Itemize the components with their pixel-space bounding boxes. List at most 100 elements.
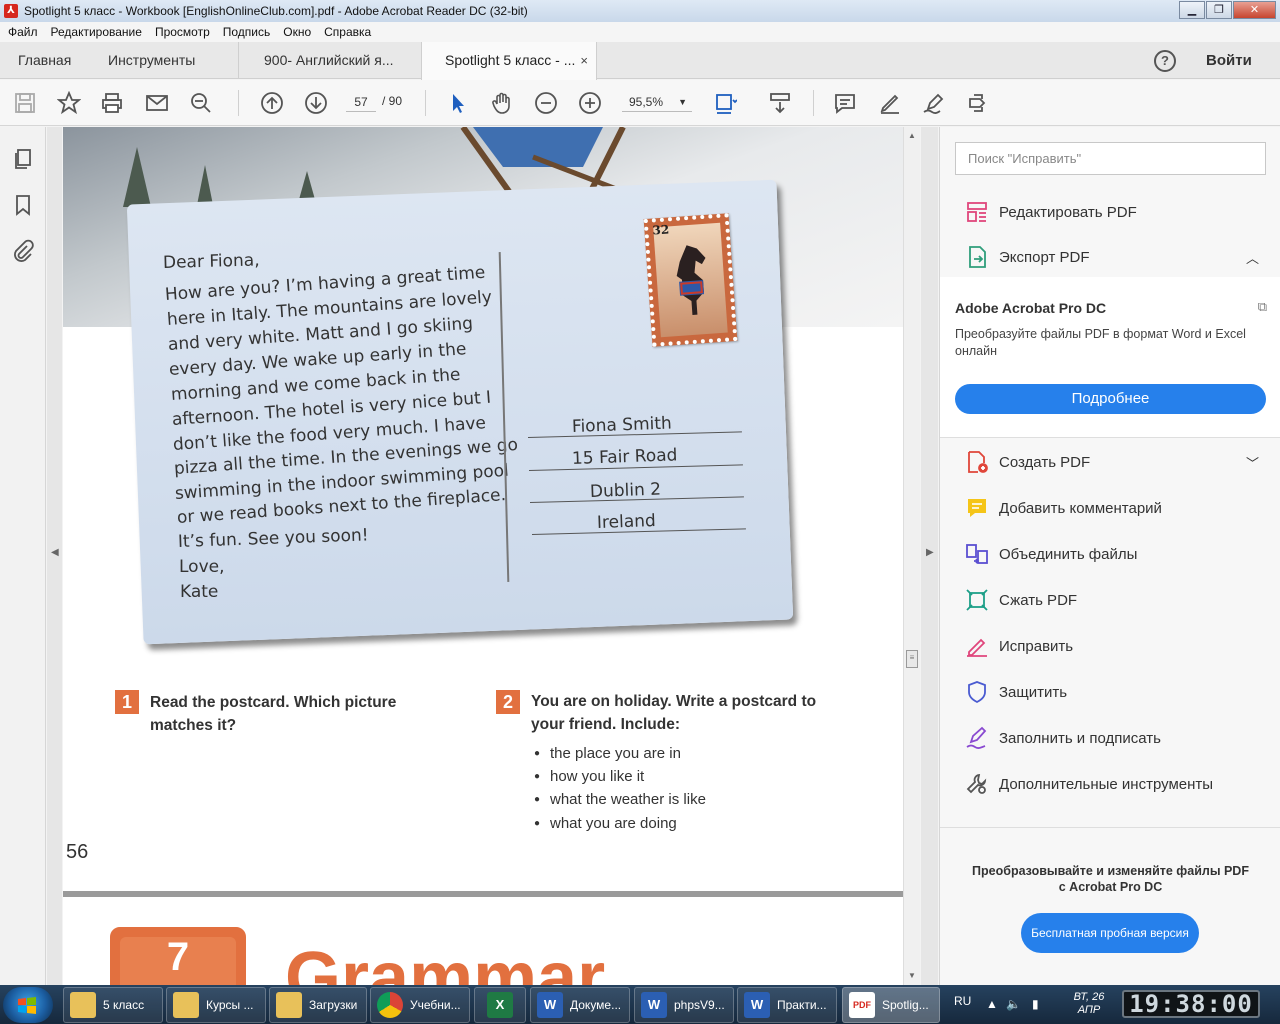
- acrobat-icon: ⅄: [4, 4, 18, 18]
- copy-icon[interactable]: ⧉: [1258, 299, 1267, 315]
- tool-export-pdf[interactable]: Экспорт PDF ︿: [940, 237, 1280, 277]
- highlight-icon[interactable]: [876, 89, 904, 117]
- menu-view[interactable]: Просмотр: [155, 25, 210, 39]
- taskbar: 5 класс Курсы ... Загрузки Учебни... X W…: [0, 985, 1280, 1024]
- tool-create-pdf[interactable]: Создать PDF ﹀: [940, 442, 1280, 482]
- scroll-up-icon[interactable]: ▲: [908, 131, 916, 140]
- menu-window[interactable]: Окно: [283, 25, 311, 39]
- login-button[interactable]: Войти: [1206, 52, 1252, 69]
- taskbar-button[interactable]: Курсы ...: [166, 987, 266, 1023]
- window-title: Spotlight 5 класс - Workbook [EnglishOnl…: [24, 4, 528, 18]
- chevron-down-icon[interactable]: ﹀: [1246, 453, 1259, 472]
- zoom-select[interactable]: 95,5% ▼: [622, 92, 692, 112]
- email-icon[interactable]: [143, 89, 171, 117]
- tool-edit-pdf[interactable]: Редактировать PDF: [940, 192, 1280, 232]
- attachment-icon[interactable]: [11, 239, 35, 263]
- tool-more-tools[interactable]: Дополнительные инструменты: [940, 764, 1280, 804]
- taskbar-button[interactable]: X: [474, 987, 526, 1023]
- chrome-icon: [377, 992, 403, 1018]
- protect-icon: [964, 679, 990, 705]
- page-number-input[interactable]: 57: [346, 92, 376, 112]
- menu-help[interactable]: Справка: [324, 25, 371, 39]
- tree-image: [123, 147, 151, 207]
- close-window-button[interactable]: ✕: [1233, 1, 1276, 19]
- save-icon[interactable]: [11, 89, 39, 117]
- right-panel-toggle[interactable]: ▶: [921, 127, 938, 985]
- scroll-down-icon[interactable]: ▼: [908, 971, 916, 980]
- tool-add-comment[interactable]: Добавить комментарий: [940, 488, 1280, 528]
- menu-sign[interactable]: Подпись: [223, 25, 271, 39]
- tab-home[interactable]: Главная: [18, 42, 71, 79]
- start-button[interactable]: [3, 987, 53, 1023]
- tool-protect[interactable]: Защитить: [940, 672, 1280, 712]
- hand-icon[interactable]: [488, 89, 516, 117]
- acrobat-icon: PDF: [849, 992, 875, 1018]
- menu-file[interactable]: Файл: [8, 25, 38, 39]
- search-zoom-icon[interactable]: [187, 89, 215, 117]
- zoom-in-icon[interactable]: [576, 89, 604, 117]
- network-icon[interactable]: ▮: [1032, 997, 1039, 1011]
- taskbar-button[interactable]: W phpsV9...: [634, 987, 734, 1023]
- menu-edit[interactable]: Редактирование: [51, 25, 142, 39]
- clock[interactable]: 19:38:00: [1122, 990, 1260, 1018]
- upsell-text: Преобразовывайте и изменяйте файлы PDF с…: [940, 863, 1280, 895]
- select-arrow-icon[interactable]: [444, 89, 472, 117]
- taskbar-label: Загрузки: [309, 998, 358, 1012]
- exercise-2-bullet: what the weather is like: [534, 791, 706, 808]
- language-indicator[interactable]: RU: [954, 994, 971, 1008]
- word-icon: W: [537, 992, 563, 1018]
- tab-document-1[interactable]: 900- Английский я...: [264, 42, 394, 79]
- excel-icon: X: [487, 992, 513, 1018]
- postcard-signature: Kate: [180, 582, 219, 602]
- tray-expand-icon[interactable]: ▲: [986, 997, 998, 1011]
- tool-label: Добавить комментарий: [999, 499, 1162, 517]
- exercise-2-bullet: how you like it: [534, 768, 644, 785]
- tool-combine-files[interactable]: Объединить файлы: [940, 534, 1280, 574]
- scroll-mode-icon[interactable]: [766, 89, 794, 117]
- print-icon[interactable]: [98, 89, 126, 117]
- vertical-scrollbar[interactable]: ▲ ≡ ▼: [903, 127, 920, 985]
- free-trial-button[interactable]: Бесплатная пробная версия: [1021, 913, 1199, 953]
- tool-fill-sign[interactable]: Заполнить и подписать: [940, 718, 1280, 758]
- taskbar-button[interactable]: W Докуме...: [530, 987, 630, 1023]
- tool-label: Создать PDF: [999, 453, 1091, 471]
- taskbar-button[interactable]: Учебни...: [370, 987, 470, 1023]
- zoom-out-icon[interactable]: [532, 89, 560, 117]
- page-down-icon[interactable]: [302, 89, 330, 117]
- taskbar-button[interactable]: W Практи...: [737, 987, 837, 1023]
- help-icon[interactable]: ?: [1154, 50, 1176, 72]
- tab-tools[interactable]: Инструменты: [108, 42, 195, 79]
- tab-document-2[interactable]: Spotlight 5 класс - ... ×: [421, 42, 597, 80]
- comment-icon[interactable]: [831, 89, 859, 117]
- maximize-button[interactable]: ❐: [1206, 1, 1232, 19]
- unit-number: 7: [120, 937, 236, 985]
- pages-icon[interactable]: [11, 147, 35, 171]
- tools-search-input[interactable]: Поиск "Исправить": [955, 142, 1266, 175]
- section-heading: Grammar: [285, 938, 606, 985]
- exercise-1-line: matches it?: [150, 717, 237, 734]
- tool-compress-pdf[interactable]: Сжать PDF: [940, 580, 1280, 620]
- fit-page-icon[interactable]: [711, 89, 739, 117]
- horse-image: [676, 245, 706, 315]
- taskbar-button[interactable]: Загрузки: [269, 987, 367, 1023]
- taskbar-button[interactable]: PDF Spotlig...: [842, 987, 940, 1023]
- scroll-thumb[interactable]: ≡: [906, 650, 918, 668]
- minimize-button[interactable]: ▁: [1179, 1, 1205, 19]
- tool-fix[interactable]: Исправить: [940, 626, 1280, 666]
- star-icon[interactable]: [55, 89, 83, 117]
- learn-more-button[interactable]: Подробнее: [955, 384, 1266, 414]
- bookmark-icon[interactable]: [11, 193, 35, 217]
- chevron-up-icon[interactable]: ︿: [1246, 248, 1259, 267]
- exercise-1-text: Read the postcard. Which picture matches…: [150, 691, 396, 737]
- left-panel-toggle[interactable]: ◀: [47, 127, 62, 985]
- document-view[interactable]: 32 Dear Fiona, How are you? I’m having a…: [63, 127, 903, 985]
- volume-icon[interactable]: 🔈: [1006, 997, 1021, 1011]
- page-up-icon[interactable]: [258, 89, 286, 117]
- fill-sign-icon: [964, 725, 990, 751]
- tab-divider: [238, 42, 239, 79]
- share-icon[interactable]: [964, 89, 992, 117]
- taskbar-button[interactable]: 5 класс: [63, 987, 163, 1023]
- stamp-image: [653, 222, 728, 338]
- sign-icon[interactable]: [920, 89, 948, 117]
- tab-close-icon[interactable]: ×: [580, 42, 588, 79]
